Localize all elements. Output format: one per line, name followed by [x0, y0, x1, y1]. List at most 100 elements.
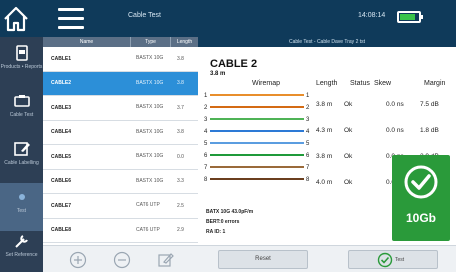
table-row[interactable]: CABLE6 BASTX 10G 3.3: [43, 170, 198, 194]
list-rows: CABLE1 BASTX 10G 3.8 CABLE2 BASTX 10G 3.8 CABL…: [43, 47, 198, 268]
clock: 14:08:14: [358, 12, 386, 19]
pair-margin: 1.8 dB: [420, 127, 439, 134]
check-circle-icon: [404, 165, 438, 199]
wire-number-right: 5: [306, 141, 310, 147]
cable-type-cell: CAT6 UTP: [136, 226, 160, 233]
table-row[interactable]: CABLE7 CAT6 UTP 2.5: [43, 194, 198, 219]
check-circle-icon: [377, 252, 393, 268]
wiremap-diagram: 1 1 2 2 3 3 4 4 5 5 6 6 7 7 8 8: [204, 93, 310, 183]
wire-number-left: 3: [204, 117, 208, 123]
detail-footer: Reset Test: [198, 245, 456, 272]
table-row[interactable]: CABLE2 BASTX 10G 3.8: [43, 71, 198, 96]
sidebar-item-cable-labelling[interactable]: Cable Labelling: [0, 135, 43, 183]
cable-length-cell: 2.9: [177, 227, 184, 234]
cable-name-cell: CABLE3: [51, 104, 72, 111]
error-count: BERT:0 errors: [206, 219, 240, 225]
wrench-icon: [14, 235, 28, 248]
cable-length-cell: 3.3: [177, 178, 184, 185]
pair-length: 3.8 m: [316, 153, 333, 160]
wire-number-right: 7: [306, 165, 310, 171]
wire-number-right: 4: [306, 129, 310, 135]
wire-number-left: 5: [204, 141, 208, 147]
home-icon[interactable]: [1, 4, 31, 34]
test-label: Test: [395, 257, 405, 263]
column-length-header: Length: [316, 80, 338, 87]
cable-type-cell: CAT6 UTP: [136, 202, 160, 209]
table-row[interactable]: CABLE4 BASTX 10G 3.8: [43, 121, 198, 145]
wire-number-left: 1: [204, 93, 208, 99]
wiremap-title: Wiremap: [252, 80, 281, 87]
test-button[interactable]: Test: [348, 250, 438, 269]
column-type[interactable]: Type: [130, 37, 170, 47]
sidebar: Products • Reports Cable Test Cable Labe…: [0, 37, 43, 272]
battery-level: [400, 14, 416, 20]
cable-type-cell: BASTX 10G: [136, 153, 164, 160]
edit-icon[interactable]: [157, 251, 175, 269]
cable-type-cell: BASTX 10G: [136, 55, 164, 62]
pair-status: Ok: [344, 153, 353, 160]
cable-name: CABLE 2: [210, 58, 258, 70]
table-row[interactable]: CABLE8 CAT6 UTP 2.9: [43, 219, 198, 243]
detail-header: Cable Test - Cable Dave Tray 2 tst: [198, 37, 456, 47]
cable-length-cell: 3.8: [177, 55, 184, 62]
wire-number-right: 3: [306, 117, 310, 123]
table-row[interactable]: CABLE5 BASTX 10G 0.0: [43, 145, 198, 170]
sidebar-item-test[interactable]: Test: [0, 183, 43, 231]
cable-id: RA ID: 1: [206, 229, 226, 235]
wire-number-right: 8: [306, 177, 310, 183]
pair-skew: 0.0 ns: [386, 127, 404, 134]
cable-name-cell: CABLE2: [51, 80, 72, 87]
sidebar-item-label: Test: [16, 208, 27, 214]
column-name[interactable]: Name: [43, 37, 130, 47]
pair-length: 4.3 m: [316, 127, 333, 134]
reset-button[interactable]: Reset: [218, 250, 308, 269]
menu-icon[interactable]: [58, 8, 84, 30]
pair-skew: 0.0 ns: [386, 101, 404, 108]
cable-name-cell: CABLE8: [51, 227, 72, 234]
cable-name-cell: CABLE6: [51, 178, 72, 185]
sidebar-item-cable-test[interactable]: Cable Test: [0, 87, 43, 135]
table-row[interactable]: CABLE3 BASTX 10G 3.7: [43, 96, 198, 121]
cable-name-cell: CABLE4: [51, 129, 72, 136]
sidebar-item-label: Set Reference: [5, 252, 38, 258]
cable-type-cell: BASTX 10G: [136, 177, 164, 184]
pair-status: Ok: [344, 127, 353, 134]
app-title: Cable Test: [128, 12, 161, 19]
detail-panel: CABLE 2 3.8 m Wiremap Length Status Skew…: [198, 47, 456, 245]
column-skew-header: Skew: [374, 80, 392, 87]
cable-length-cell: 3.7: [177, 104, 184, 111]
sidebar-item-set-reference[interactable]: Set Reference: [0, 227, 43, 272]
list-toolbar: [43, 245, 198, 272]
sidebar-item-products-reports[interactable]: Products • Reports: [0, 39, 43, 87]
battery-icon: [397, 11, 423, 23]
wire-number-right: 1: [306, 93, 310, 99]
result-speed: 10Gb: [405, 211, 436, 225]
remove-icon[interactable]: [113, 251, 131, 269]
sidebar-item-label: Cable Labelling: [4, 160, 39, 166]
pair-length: 4.0 m: [316, 179, 333, 186]
cable-length: 3.8 m: [210, 71, 226, 77]
product-report-icon: [15, 45, 28, 61]
cable-length-cell: 3.8: [177, 129, 184, 136]
wire-number-left: 4: [204, 129, 208, 135]
add-icon[interactable]: [69, 251, 87, 269]
table-row[interactable]: CABLE1 BASTX 10G 3.8: [43, 47, 198, 72]
column-margin-header: Margin: [424, 80, 446, 87]
pair-length: 3.8 m: [316, 101, 333, 108]
cable-spec: BATX 10G 43.0pF/m: [206, 209, 254, 215]
cable-name-cell: CABLE1: [51, 55, 72, 62]
cable-type-cell: BASTX 10G: [136, 128, 164, 135]
column-length[interactable]: Length: [170, 37, 198, 47]
pair-status: Ok: [344, 179, 353, 186]
column-status-header: Status: [350, 80, 370, 87]
top-bar: Cable Test 14:08:14: [0, 0, 456, 37]
wire-number-right: 2: [306, 105, 310, 111]
active-icon: [18, 194, 25, 200]
cable-name-cell: CABLE7: [51, 202, 72, 209]
wire-number-right: 6: [306, 153, 310, 159]
cable-name-cell: CABLE5: [51, 153, 72, 160]
cable-icon: [13, 95, 30, 107]
cable-type-cell: BASTX 10G: [136, 104, 164, 111]
cable-length-cell: 2.5: [177, 202, 184, 209]
edit-icon: [13, 142, 30, 156]
